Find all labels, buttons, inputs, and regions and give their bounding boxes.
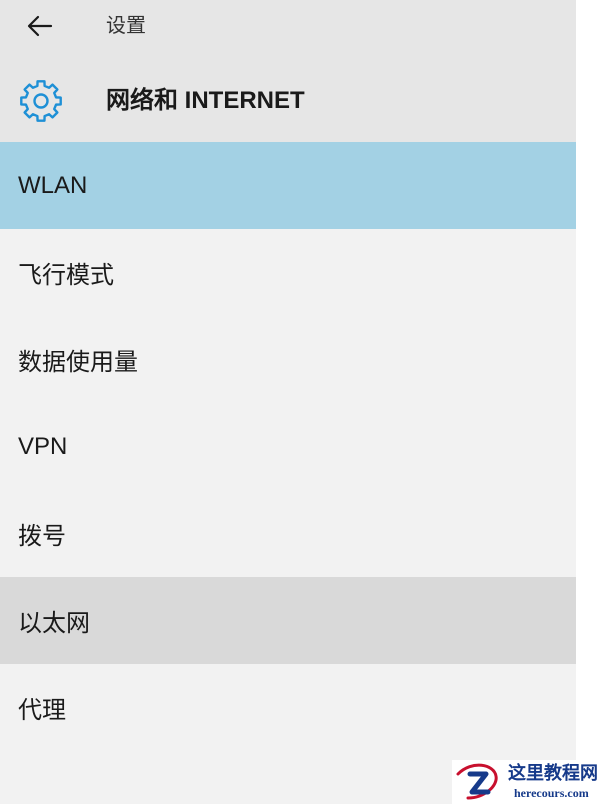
nav-list: WLAN 飞行模式 数据使用量 VPN 拨号 以太网 代理 <box>0 142 576 751</box>
watermark: 这里教程网 herecours.com <box>452 760 600 804</box>
page-title: 设置 <box>106 15 146 37</box>
settings-panel: 设置 网络和 INTERNET WLAN 飞行模式 数据使用量 VPN 拨号 以… <box>0 0 576 804</box>
back-button[interactable] <box>18 8 62 44</box>
gear-hub <box>33 93 49 109</box>
top-bar: 设置 <box>0 0 576 52</box>
nav-item-vpn[interactable]: VPN <box>0 403 576 490</box>
nav-item-wlan[interactable]: WLAN <box>0 142 576 229</box>
watermark-name: 这里教程网 <box>508 763 598 784</box>
nav-item-label: 数据使用量 <box>18 349 138 376</box>
watermark-url: herecours.com <box>514 786 589 800</box>
arrow-left-icon <box>27 15 53 37</box>
nav-item-label: 以太网 <box>18 610 90 637</box>
nav-item-proxy[interactable]: 代理 <box>0 664 576 751</box>
nav-item-label: 飞行模式 <box>18 262 114 289</box>
nav-item-data-usage[interactable]: 数据使用量 <box>0 316 576 403</box>
watermark-logo-icon <box>456 763 498 800</box>
nav-item-dial-up[interactable]: 拨号 <box>0 490 576 577</box>
nav-item-label: WLAN <box>18 171 88 199</box>
gear-icon <box>20 80 62 122</box>
nav-item-ethernet[interactable]: 以太网 <box>0 577 576 664</box>
section-title: 网络和 INTERNET <box>106 87 305 114</box>
nav-item-label: 拨号 <box>18 523 66 550</box>
section-header: 网络和 INTERNET <box>0 70 576 130</box>
nav-item-label: VPN <box>18 432 68 460</box>
settings-header: 设置 网络和 INTERNET <box>0 0 576 142</box>
gear-outline <box>20 80 62 122</box>
nav-item-airplane-mode[interactable]: 飞行模式 <box>0 229 576 316</box>
nav-item-label: 代理 <box>18 697 66 724</box>
